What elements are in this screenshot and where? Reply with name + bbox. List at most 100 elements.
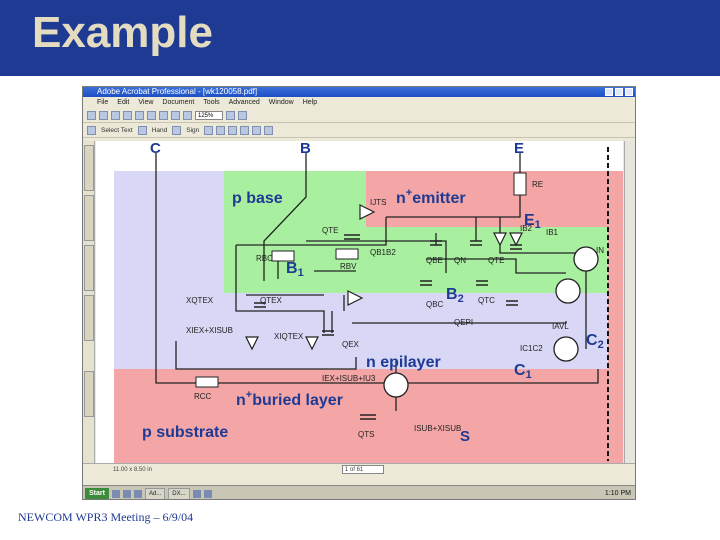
acrobat-window: Adobe Acrobat Professional - [wk120058.p… — [82, 86, 636, 500]
menu-window[interactable]: Window — [269, 97, 294, 108]
prev-page-icon[interactable] — [216, 126, 226, 135]
comment-icon[interactable] — [172, 126, 182, 135]
system-clock: 1:10 PM — [604, 490, 631, 497]
save-icon[interactable] — [99, 111, 108, 120]
label-rbv: RBV — [340, 262, 357, 271]
tray-icon[interactable] — [192, 489, 201, 498]
navigation-panel — [83, 141, 95, 463]
label-qtex: QTEX — [260, 296, 282, 305]
page-size-label: 11.00 x 8.50 in — [113, 466, 152, 473]
review-icon[interactable] — [159, 111, 168, 120]
label-isub-xisub: ISUB+XISUB — [414, 424, 461, 433]
open-icon[interactable] — [87, 111, 96, 120]
bjt-cross-section-diagram: C B E S p base n+emitter n epilayer n+bu… — [114, 141, 623, 463]
email-icon[interactable] — [123, 111, 132, 120]
menu-edit[interactable]: Edit — [117, 97, 129, 108]
n-buried-layer-label: n+buried layer — [236, 389, 343, 409]
window-title: Adobe Acrobat Professional - [wk120058.p… — [97, 87, 258, 96]
windows-taskbar: Start Ad... DX... 1:10 PM — [83, 485, 635, 499]
first-page-icon[interactable] — [204, 126, 214, 135]
resistor-re — [513, 172, 527, 196]
label-rcc: RCC — [194, 392, 212, 401]
label-qb1b2: QB1B2 — [370, 248, 396, 257]
label-qts: QTS — [358, 430, 374, 439]
taskbar-item-acrobat[interactable]: Ad... — [144, 487, 166, 499]
menu-file[interactable]: File — [97, 97, 108, 108]
select-text-button[interactable]: Select Text — [101, 127, 133, 134]
quicklaunch-icon[interactable] — [133, 489, 142, 498]
tray-icon[interactable] — [203, 489, 212, 498]
zoom-in-icon[interactable] — [226, 111, 235, 120]
label-re: RE — [532, 180, 543, 189]
rotate-icon[interactable] — [252, 126, 262, 135]
source-isub — [383, 372, 409, 398]
slide-footer: NEWCOM WPR3 Meeting – 6/9/04 — [18, 510, 194, 524]
label-iex-isub-iu3: IEX+ISUB+IU3 — [322, 374, 376, 383]
print-icon[interactable] — [111, 111, 120, 120]
zoom-input[interactable]: 125% — [195, 111, 223, 120]
label-ic1c2: IC1C2 — [520, 344, 543, 353]
snapshot-icon[interactable] — [137, 126, 147, 135]
vertical-scrollbar[interactable] — [624, 141, 635, 463]
label-ijts: IJTS — [370, 198, 386, 207]
last-page-icon[interactable] — [240, 126, 250, 135]
label-qex: QEX — [342, 340, 360, 349]
label-qte-s: QTE — [322, 226, 338, 235]
slide-title: Example — [32, 8, 213, 57]
toolbar-main: 125% — [83, 109, 635, 123]
menu-tools[interactable]: Tools — [203, 97, 219, 108]
menu-view[interactable]: View — [138, 97, 153, 108]
resistor-rcc — [195, 376, 219, 388]
label-qepi: QEPI — [454, 318, 473, 327]
resistor-rbv — [335, 248, 359, 260]
hand-button[interactable]: Hand — [152, 127, 168, 134]
source-in — [573, 246, 599, 272]
label-xqtex: XQTEX — [186, 296, 214, 305]
pages-tab[interactable] — [84, 295, 94, 341]
minimize-button[interactable] — [605, 88, 613, 96]
page-number-input[interactable]: 1 of 61 — [341, 465, 384, 474]
menu-document[interactable]: Document — [162, 97, 194, 108]
create-pdf-icon[interactable] — [147, 111, 156, 120]
terminal-b: B — [300, 141, 311, 157]
label-xiqtex: XIQTEX — [274, 332, 304, 341]
label-qbe: QBE — [426, 256, 443, 265]
comments-tab[interactable] — [84, 371, 94, 417]
hand-tool-icon[interactable] — [87, 126, 96, 135]
menu-bar: File Edit View Document Tools Advanced W… — [83, 97, 635, 108]
sign-button[interactable]: Sign — [186, 127, 199, 134]
secure-icon[interactable] — [171, 111, 180, 120]
menu-help[interactable]: Help — [303, 97, 317, 108]
status-bar: 11.00 x 8.50 in 1 of 61 — [83, 463, 635, 475]
search-icon[interactable] — [135, 111, 144, 120]
p-substrate-label: p substrate — [142, 424, 228, 441]
layers-tab[interactable] — [84, 245, 94, 291]
source-ic1c2 — [553, 336, 579, 362]
source-iavl — [555, 278, 581, 304]
start-button[interactable]: Start — [85, 487, 109, 499]
zoom-out-icon[interactable] — [183, 111, 192, 120]
label-qtc: QTC — [478, 296, 495, 305]
bookmarks-tab[interactable] — [84, 145, 94, 191]
taskbar-item-dx[interactable]: DX... — [168, 487, 190, 499]
fit-page-icon[interactable] — [264, 126, 274, 135]
label-iavl: IAVL — [552, 322, 569, 331]
close-button[interactable] — [625, 88, 633, 96]
menu-advanced[interactable]: Advanced — [229, 97, 260, 108]
p-base-label: p base — [232, 190, 283, 207]
window-titlebar: Adobe Acrobat Professional - [wk120058.p… — [83, 87, 635, 97]
label-qn: QN — [454, 256, 466, 265]
n-epilayer-label: n epilayer — [366, 354, 441, 371]
quicklaunch-icon[interactable] — [111, 489, 120, 498]
quicklaunch-icon[interactable] — [122, 489, 131, 498]
label-xiex-xisub: XIEX+XISUB — [186, 326, 233, 335]
slide-header: Example — [0, 0, 720, 76]
document-view[interactable]: C B E S p base n+emitter n epilayer n+bu… — [96, 141, 623, 463]
maximize-button[interactable] — [615, 88, 623, 96]
help-icon[interactable] — [238, 111, 247, 120]
label-ib2: IB2 — [520, 224, 533, 233]
signatures-tab[interactable] — [84, 195, 94, 241]
next-page-icon[interactable] — [228, 126, 238, 135]
label-in: IN — [596, 246, 604, 255]
label-qbc: QBC — [426, 300, 444, 309]
